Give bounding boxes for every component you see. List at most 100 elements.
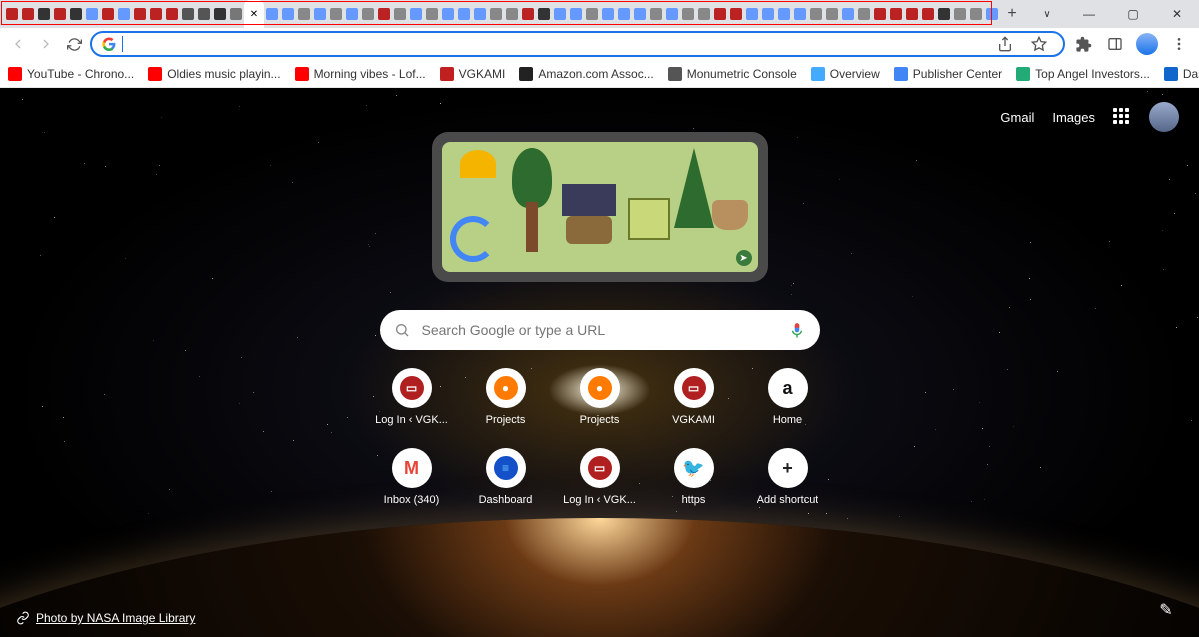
browser-tab[interactable] bbox=[84, 0, 100, 28]
browser-tab[interactable] bbox=[424, 0, 440, 28]
browser-tab[interactable] bbox=[472, 0, 488, 28]
browser-tab[interactable] bbox=[280, 0, 296, 28]
new-tab-button[interactable]: + bbox=[1000, 0, 1024, 28]
background-attribution[interactable]: Photo by NASA Image Library bbox=[16, 611, 195, 625]
browser-tab[interactable] bbox=[968, 0, 984, 28]
browser-tab[interactable] bbox=[20, 0, 36, 28]
address-bar[interactable] bbox=[90, 31, 1065, 57]
browser-tab[interactable] bbox=[408, 0, 424, 28]
browser-tab[interactable] bbox=[792, 0, 808, 28]
close-window-button[interactable]: ✕ bbox=[1155, 0, 1199, 28]
shortcut-tile[interactable]: ▭Log In ‹ VGK... bbox=[553, 448, 647, 506]
browser-tab[interactable] bbox=[888, 0, 904, 28]
browser-tab[interactable] bbox=[132, 0, 148, 28]
extensions-icon[interactable] bbox=[1069, 30, 1097, 58]
voice-search-icon[interactable] bbox=[788, 321, 806, 339]
url-input[interactable] bbox=[129, 37, 985, 52]
browser-tab[interactable] bbox=[360, 0, 376, 28]
forward-button[interactable] bbox=[34, 32, 58, 56]
shortcut-tile[interactable]: 🐦https bbox=[647, 448, 741, 506]
browser-tab[interactable] bbox=[536, 0, 552, 28]
images-link[interactable]: Images bbox=[1052, 110, 1095, 125]
browser-tab[interactable] bbox=[52, 0, 68, 28]
search-bar[interactable] bbox=[380, 310, 820, 350]
browser-tab[interactable] bbox=[840, 0, 856, 28]
bookmark-item[interactable]: Publisher Center bbox=[894, 67, 1002, 81]
shortcut-tile[interactable]: ≡Dashboard bbox=[459, 448, 553, 506]
sidepanel-icon[interactable] bbox=[1101, 30, 1129, 58]
browser-tab[interactable] bbox=[312, 0, 328, 28]
bookmark-item[interactable]: YouTube - Chrono... bbox=[8, 67, 134, 81]
browser-tab[interactable] bbox=[68, 0, 84, 28]
bookmark-item[interactable]: Morning vibes - Lof... bbox=[295, 67, 426, 81]
google-doodle[interactable]: ➤ bbox=[432, 132, 768, 282]
shortcut-tile[interactable]: aHome bbox=[741, 368, 835, 426]
browser-tab[interactable] bbox=[632, 0, 648, 28]
browser-tab[interactable] bbox=[180, 0, 196, 28]
bookmark-item[interactable]: Top Angel Investors... bbox=[1016, 67, 1150, 81]
browser-tab[interactable] bbox=[116, 0, 132, 28]
browser-tab[interactable] bbox=[936, 0, 952, 28]
browser-tab[interactable] bbox=[872, 0, 888, 28]
browser-tab[interactable] bbox=[100, 0, 116, 28]
gmail-link[interactable]: Gmail bbox=[1000, 110, 1034, 125]
chrome-menu-icon[interactable] bbox=[1165, 30, 1193, 58]
browser-tab[interactable] bbox=[616, 0, 632, 28]
browser-tab[interactable] bbox=[344, 0, 360, 28]
browser-tab[interactable] bbox=[552, 0, 568, 28]
maximize-button[interactable]: ▢ bbox=[1111, 0, 1155, 28]
browser-tab[interactable] bbox=[984, 0, 1000, 28]
browser-tab[interactable] bbox=[808, 0, 824, 28]
browser-tab[interactable] bbox=[488, 0, 504, 28]
browser-tab[interactable] bbox=[376, 0, 392, 28]
browser-tab[interactable] bbox=[456, 0, 472, 28]
search-input[interactable] bbox=[422, 322, 776, 338]
browser-tab[interactable] bbox=[148, 0, 164, 28]
browser-tab[interactable] bbox=[264, 0, 280, 28]
browser-tab[interactable] bbox=[744, 0, 760, 28]
browser-tab[interactable] bbox=[392, 0, 408, 28]
browser-tab[interactable] bbox=[664, 0, 680, 28]
browser-tab[interactable]: ✕ bbox=[244, 0, 264, 28]
browser-tab[interactable] bbox=[440, 0, 456, 28]
bookmark-item[interactable]: Dashboard bbox=[1164, 67, 1199, 81]
browser-tab[interactable] bbox=[196, 0, 212, 28]
browser-tab[interactable] bbox=[696, 0, 712, 28]
tabs-dropdown-button[interactable]: ∨ bbox=[1027, 0, 1067, 28]
browser-tab[interactable] bbox=[36, 0, 52, 28]
minimize-button[interactable]: — bbox=[1067, 0, 1111, 28]
shortcut-tile[interactable]: MInbox (340) bbox=[365, 448, 459, 506]
browser-tab[interactable] bbox=[680, 0, 696, 28]
shortcut-tile[interactable]: ●Projects bbox=[553, 368, 647, 426]
browser-tab[interactable] bbox=[712, 0, 728, 28]
browser-tab[interactable] bbox=[328, 0, 344, 28]
browser-tab[interactable] bbox=[824, 0, 840, 28]
browser-tab[interactable] bbox=[856, 0, 872, 28]
shortcut-tile[interactable]: ▭Log In ‹ VGK... bbox=[365, 368, 459, 426]
browser-tab[interactable] bbox=[776, 0, 792, 28]
browser-tab[interactable] bbox=[600, 0, 616, 28]
share-icon[interactable] bbox=[991, 30, 1019, 58]
browser-tab[interactable] bbox=[164, 0, 180, 28]
browser-tab[interactable] bbox=[728, 0, 744, 28]
bookmark-item[interactable]: Monumetric Console bbox=[668, 67, 797, 81]
bookmark-item[interactable]: Amazon.com Assoc... bbox=[519, 67, 653, 81]
back-button[interactable] bbox=[6, 32, 30, 56]
customize-button[interactable]: ✎ bbox=[1151, 595, 1181, 625]
browser-tab[interactable] bbox=[760, 0, 776, 28]
add-shortcut-button[interactable]: +Add shortcut bbox=[741, 448, 835, 506]
browser-tab[interactable] bbox=[568, 0, 584, 28]
bookmark-item[interactable]: VGKAMI bbox=[440, 67, 506, 81]
bookmark-item[interactable]: Oldies music playin... bbox=[148, 67, 280, 81]
browser-tab[interactable] bbox=[504, 0, 520, 28]
browser-tab[interactable] bbox=[520, 0, 536, 28]
browser-tab[interactable] bbox=[952, 0, 968, 28]
reload-button[interactable] bbox=[62, 32, 86, 56]
google-apps-icon[interactable] bbox=[1113, 108, 1131, 126]
browser-tab[interactable] bbox=[228, 0, 244, 28]
browser-tab[interactable] bbox=[212, 0, 228, 28]
profile-avatar-small[interactable] bbox=[1133, 30, 1161, 58]
browser-tab[interactable] bbox=[296, 0, 312, 28]
browser-tab[interactable] bbox=[4, 0, 20, 28]
browser-tab[interactable] bbox=[904, 0, 920, 28]
